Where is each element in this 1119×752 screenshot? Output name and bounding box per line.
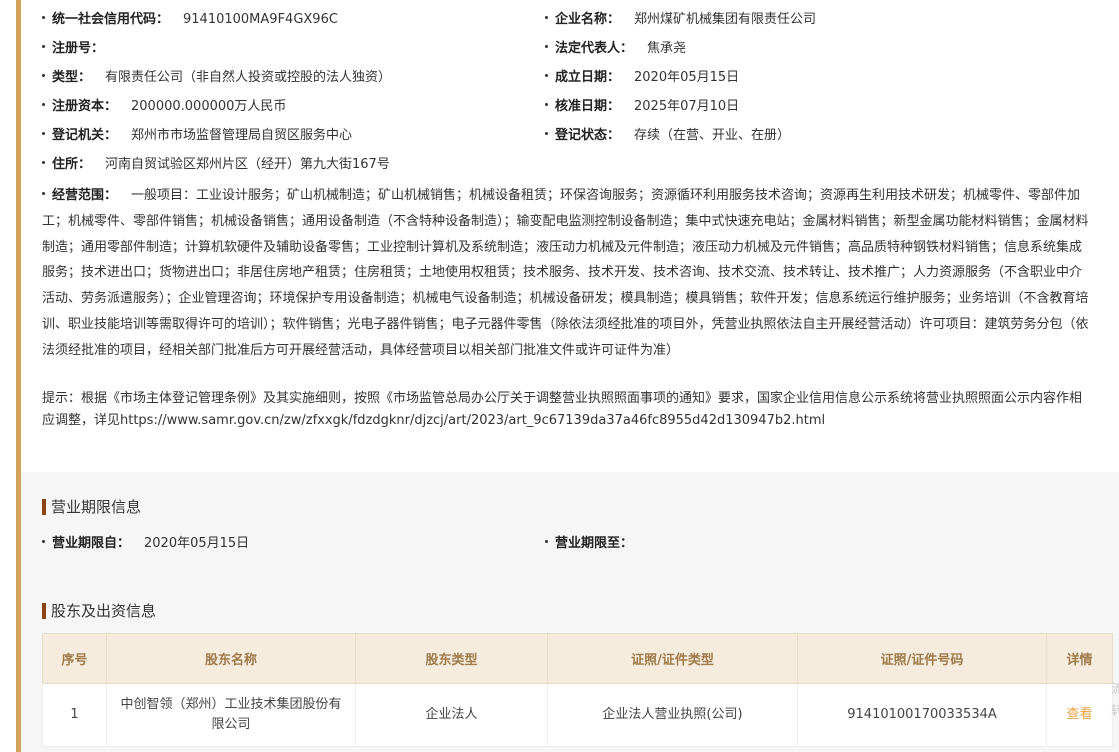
bullet-icon (42, 540, 45, 543)
bullet-icon (42, 45, 45, 48)
col-header-name: 股东名称 (106, 633, 356, 684)
bullet-icon (42, 132, 45, 135)
field-reg-no: 注册号： (42, 39, 118, 59)
field-term-from: 营业期限自： 2020年05月15日 (42, 534, 249, 554)
col-header-cert-no: 证照/证件号码 (797, 633, 1047, 684)
col-header-cert-type: 证照/证件类型 (547, 633, 798, 684)
bullet-icon (545, 74, 548, 77)
col-header-no: 序号 (42, 633, 107, 684)
cell-detail: 查看 (1046, 683, 1113, 747)
bullet-icon (42, 103, 45, 106)
bullet-icon (42, 192, 45, 195)
cell-cert-type: 企业法人营业执照(公司) (547, 683, 798, 747)
shareholder-table: 序号 股东名称 股东类型 证照/证件类型 证照/证件号码 详情 1 中创智领（郑… (42, 633, 1113, 747)
bullet-icon (545, 132, 548, 135)
table-row: 1 中创智领（郑州）工业技术集团股份有限公司 企业法人 企业法人营业执照(公司)… (42, 683, 1113, 747)
field-company-name: 企业名称： 郑州煤矿机械集团有限责任公司 (545, 10, 816, 30)
business-scope: 经营范围： 一般项目：工业设计服务；矿山机械制造；矿山机械销售；机械设备租赁；环保… (42, 188, 1089, 358)
field-status: 登记状态： 存续（在营、开业、在册） (545, 126, 790, 146)
field-credit-code: 统一社会信用代码： 91410100MA9F4GX96C (42, 10, 338, 30)
bullet-icon (42, 161, 45, 164)
edge-glyph: 流 (1111, 682, 1119, 697)
license-notice: 提示：根据《市场主体登记管理条例》及其实施细则，按照《市场监管总局办公厅关于调整… (42, 391, 1083, 428)
field-authority: 登记机关： 郑州市市场监督管理局自贸区服务中心 (42, 126, 352, 146)
field-type: 类型： 有限责任公司（非自然人投资或控股的法人独资） (42, 68, 391, 88)
cell-type: 企业法人 (355, 683, 548, 747)
table-header-row: 序号 股东名称 股东类型 证照/证件类型 证照/证件号码 详情 (42, 633, 1113, 684)
edge-glyph: 转 (1111, 704, 1119, 719)
field-term-to: 营业期限至： (545, 534, 647, 554)
bullet-icon (42, 16, 45, 19)
bullet-icon (545, 540, 548, 543)
section-title-shareholders: 股东及出资信息 (42, 601, 156, 621)
col-header-type: 股东类型 (355, 633, 548, 684)
bullet-icon (545, 16, 548, 19)
field-capital: 注册资本： 200000.000000万人民币 (42, 97, 286, 117)
bullet-icon (545, 45, 548, 48)
field-address: 住所： 河南自贸试验区郑州片区（经开）第九大街167号 (42, 155, 390, 175)
term-section-bg (21, 472, 1119, 579)
section-marker-icon (42, 499, 46, 515)
field-established: 成立日期： 2020年05月15日 (545, 68, 739, 88)
bullet-icon (42, 74, 45, 77)
cell-cert-no: 91410100170033534A (797, 683, 1047, 747)
section-marker-icon (42, 603, 46, 619)
field-approved: 核准日期： 2025年07月10日 (545, 97, 739, 117)
section-title-term: 营业期限信息 (42, 497, 141, 517)
col-header-detail: 详情 (1046, 633, 1113, 684)
cell-no: 1 (42, 683, 107, 747)
cell-name: 中创智领（郑州）工业技术集团股份有限公司 (106, 683, 356, 747)
field-legal-rep: 法定代表人： 焦承尧 (545, 39, 686, 59)
view-detail-link[interactable]: 查看 (1066, 707, 1092, 722)
bullet-icon (545, 103, 548, 106)
business-scope-text: 一般项目：工业设计服务；矿山机械制造；矿山机械销售；机械设备租赁；环保咨询服务；… (42, 188, 1089, 358)
